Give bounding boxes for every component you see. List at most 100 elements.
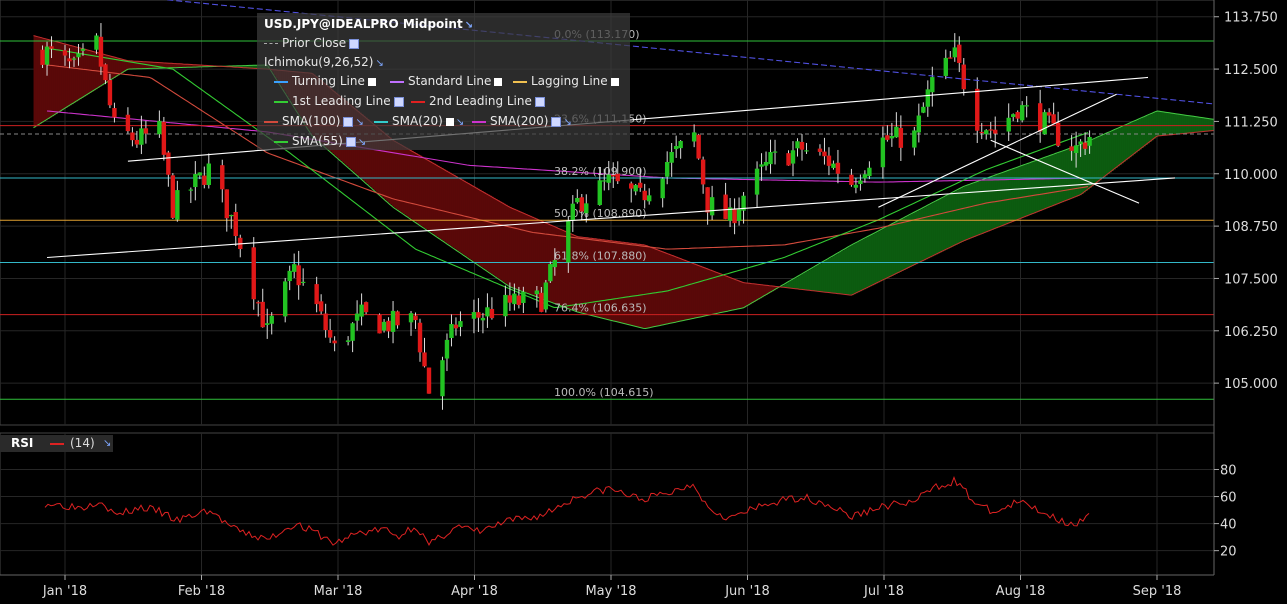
legend-sma200[interactable]: SMA(200) ↘ [472,112,572,130]
candle-body [269,315,274,324]
ichimoku-cloud-slice [71,45,74,105]
candle-body [768,152,773,165]
ichimoku-cloud-slice [501,202,504,282]
drop-arrow-icon[interactable]: ↘ [355,117,363,128]
ichimoku-cloud-slice [111,56,114,80]
ichimoku-cloud-slice [881,229,884,281]
ichimoku-cloud-slice [557,227,560,305]
ichimoku-cloud-slice [499,201,502,280]
candle-body [921,106,926,113]
usdjpy-chart[interactable]: 0.0% (113.170)23.6% (111.150)38.2% (109.… [0,0,1287,604]
drop-arrow-icon[interactable]: ↘ [358,137,366,148]
candle-body [354,313,360,321]
ichimoku-cloud-slice [1143,116,1146,147]
ichimoku-cloud-slice [1155,111,1158,138]
ichimoku-cloud-slice [59,42,62,112]
candle-body [512,293,517,305]
ichimoku-cloud-slice [747,283,750,306]
checkbox-icon[interactable] [610,77,619,86]
ichimoku-cloud-slice [681,258,684,321]
price-tick-label: 113.750 [1224,11,1278,26]
legend-sma20[interactable]: SMA(20) ↘ [374,112,464,130]
ichimoku-cloud-slice [437,165,440,238]
ichimoku-cloud-slice [1029,162,1032,215]
legend-turning-line[interactable]: Turning Line [274,72,376,90]
time-tick-label: Aug '18 [996,584,1046,599]
legend-2nd-leading-line[interactable]: 2nd Leading Line [411,92,545,110]
time-tick-label: Jun '18 [724,584,770,599]
candle-body [1069,146,1074,151]
ichimoku-cloud-slice [695,264,698,318]
candle-body [1078,141,1083,144]
ichimoku-cloud-slice [955,190,958,245]
legend-ichimoku[interactable]: Ichimoku(9,26,52) ↘ [264,53,384,71]
checkbox-icon[interactable] [445,117,454,126]
legend-1st-leading-line[interactable]: 1st Leading Line [274,92,404,110]
ichimoku-cloud-slice [857,241,860,293]
candle-body [175,190,180,220]
ichimoku-cloud-slice [1007,170,1010,224]
ichimoku-cloud-slice [939,198,942,253]
checkbox-icon[interactable] [345,136,356,147]
ichimoku-cloud-slice [493,197,496,276]
checkbox-icon[interactable] [534,96,545,107]
candle-body [579,197,584,212]
ichimoku-cloud-slice [983,179,986,233]
ichimoku-cloud-slice [649,246,652,328]
ichimoku-cloud-slice [985,178,988,233]
legend-sma100[interactable]: SMA(100) ↘ [264,112,364,130]
ichimoku-cloud-slice [807,270,810,291]
ichimoku-cloud-slice [647,246,650,329]
drop-arrow-icon[interactable]: ↘ [465,20,473,31]
ichimoku-cloud-slice [513,208,516,289]
checkbox-icon[interactable] [393,96,404,107]
ichimoku-cloud-slice [731,278,734,311]
checkbox-icon[interactable] [343,116,354,127]
checkbox-icon[interactable] [494,77,503,86]
ichimoku-cloud-slice [741,281,744,309]
ichimoku-cloud-slice [967,184,970,240]
checkbox-icon[interactable] [367,77,376,86]
legend-prior-close[interactable]: Prior Close [264,34,360,52]
legend-standard-line[interactable]: Standard Line [390,72,503,90]
ichimoku-cloud-slice [953,191,956,246]
ichimoku-cloud-slice [575,235,578,312]
ichimoku-cloud-slice [823,261,826,292]
checkbox-icon[interactable] [551,116,562,127]
drop-arrow-icon[interactable]: ↘ [375,58,383,69]
ichimoku-cloud-slice [893,222,896,275]
ichimoku-cloud-slice [727,276,730,312]
ichimoku-cloud-slice [1187,115,1190,134]
candle-body [193,174,198,188]
price-tick-label: 110.000 [1224,168,1278,183]
candle-body [664,162,670,177]
ichimoku-cloud-slice [485,193,488,271]
ichimoku-cloud-slice [1209,118,1212,131]
ichimoku-cloud-slice [699,265,702,318]
ichimoku-cloud-slice [1051,154,1054,207]
drop-arrow-icon[interactable]: ↘ [563,117,571,128]
candle-body [188,189,194,191]
candle-body [449,324,454,338]
candle-body [426,367,432,394]
legend-sma55[interactable]: SMA(55) ↘ [274,132,366,150]
ichimoku-cloud-slice [677,257,680,322]
ichimoku-cloud-slice [801,273,804,290]
ichimoku-cloud-slice [1183,114,1186,134]
drop-arrow-icon[interactable]: ↘ [456,117,464,128]
ichimoku-cloud-slice [937,200,940,254]
ichimoku-cloud-slice [1023,164,1026,218]
ichimoku-cloud-slice [1049,155,1052,207]
candle-body [282,281,288,317]
candle-body [660,178,665,199]
checkbox-icon[interactable] [349,38,360,49]
candle-body [566,220,571,263]
drop-arrow-icon[interactable]: ↘ [103,435,111,452]
candle-body [858,180,863,184]
legend-lagging-line[interactable]: Lagging Line [513,72,619,90]
ichimoku-cloud-slice [1151,113,1154,141]
candle-body [314,284,319,305]
ichimoku-cloud-slice [171,63,174,68]
candle-body [1024,105,1029,107]
ichimoku-cloud-slice [563,230,566,307]
